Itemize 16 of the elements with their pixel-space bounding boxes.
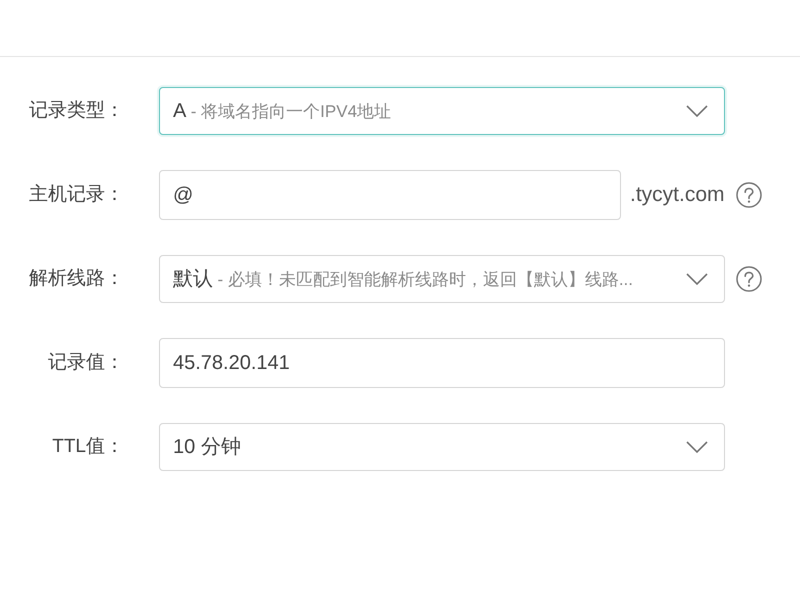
dropdown-select[interactable]: 默认 - 必填！未匹配到智能解析线路时，返回【默认】线路... [159,255,725,303]
text-input[interactable]: 45.78.20.141 [159,338,725,388]
dropdown-select[interactable]: A - 将域名指向一个IPV4地址 [159,87,725,135]
field-label: 解析线路： [28,266,124,291]
chevron-down-icon [686,105,708,117]
domain-suffix: .tycyt.com [630,182,725,208]
field-label: 记录值： [47,350,124,375]
field-label: 主机记录： [28,182,124,207]
help-icon[interactable] [736,266,762,292]
text-input[interactable]: @ [159,170,621,220]
help-icon[interactable] [736,182,762,208]
chevron-down-icon [686,273,708,285]
field-label: TTL值： [51,434,124,459]
dropdown-select[interactable]: 10 分钟 [159,423,725,471]
field-label: 记录类型： [28,98,124,123]
chevron-down-icon [686,441,708,453]
